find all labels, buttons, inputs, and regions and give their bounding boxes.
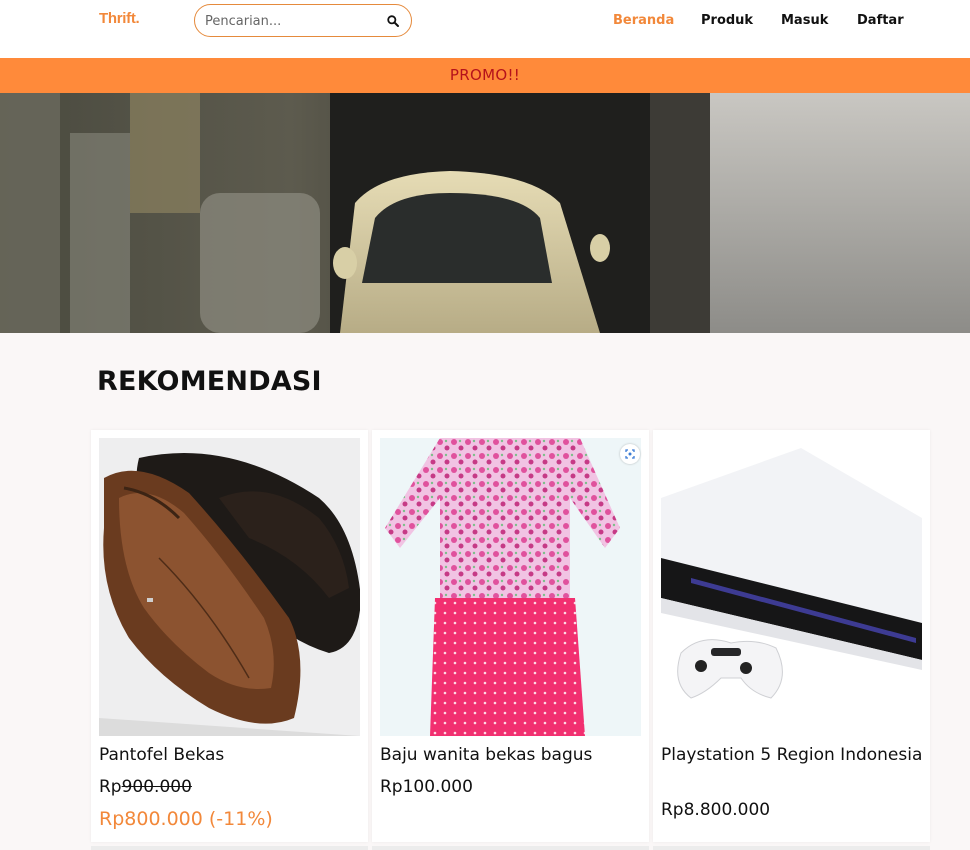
nav-link-beranda[interactable]: Beranda bbox=[613, 13, 674, 28]
product-name[interactable]: Baju wanita bekas bagus bbox=[380, 744, 642, 767]
product-image[interactable] bbox=[661, 438, 922, 736]
product-card[interactable]: Pantofel Bekas Rp900.000 Rp800.000 (-11%… bbox=[91, 430, 368, 842]
product-price-sale: Rp800.000 (-11%) bbox=[99, 808, 273, 830]
hero-image bbox=[0, 93, 970, 333]
search-icon[interactable] bbox=[386, 14, 400, 28]
product-image[interactable] bbox=[380, 438, 641, 736]
next-row-card-edge bbox=[372, 846, 649, 850]
section-title-rekomendasi: REKOMENDASI bbox=[97, 366, 322, 397]
dress-photo bbox=[380, 438, 641, 736]
product-price-original: Rp900.000 bbox=[99, 777, 192, 797]
promo-banner[interactable]: PROMO!! bbox=[0, 58, 970, 93]
nav-link-masuk[interactable]: Masuk bbox=[781, 13, 828, 28]
navbar: Thrift. Beranda Produk Masuk Daftar bbox=[0, 0, 970, 58]
price-currency: Rp bbox=[99, 777, 122, 797]
price-strikethrough: 900.000 bbox=[121, 777, 192, 797]
next-row-card-edge bbox=[91, 846, 368, 850]
product-image[interactable] bbox=[99, 438, 360, 736]
nav-link-produk[interactable]: Produk bbox=[701, 13, 753, 28]
scan-icon[interactable] bbox=[620, 444, 640, 464]
search-box bbox=[194, 4, 412, 37]
ps5-photo bbox=[661, 438, 922, 736]
brand-logo[interactable]: Thrift. bbox=[99, 10, 140, 27]
product-card[interactable]: Playstation 5 Region Indonesia Rp8.800.0… bbox=[653, 430, 930, 842]
nav-link-daftar[interactable]: Daftar bbox=[857, 13, 904, 28]
product-name[interactable]: Pantofel Bekas bbox=[99, 744, 361, 767]
search-input[interactable] bbox=[205, 12, 375, 30]
product-price: Rp100.000 bbox=[380, 777, 473, 797]
product-price: Rp8.800.000 bbox=[661, 800, 771, 820]
next-row-card-edge bbox=[653, 846, 930, 850]
product-card[interactable]: Baju wanita bekas bagus Rp100.000 bbox=[372, 430, 649, 842]
shoes-photo bbox=[99, 438, 360, 736]
product-name[interactable]: Playstation 5 Region Indonesia bbox=[661, 744, 923, 767]
hero-photo bbox=[0, 93, 970, 333]
